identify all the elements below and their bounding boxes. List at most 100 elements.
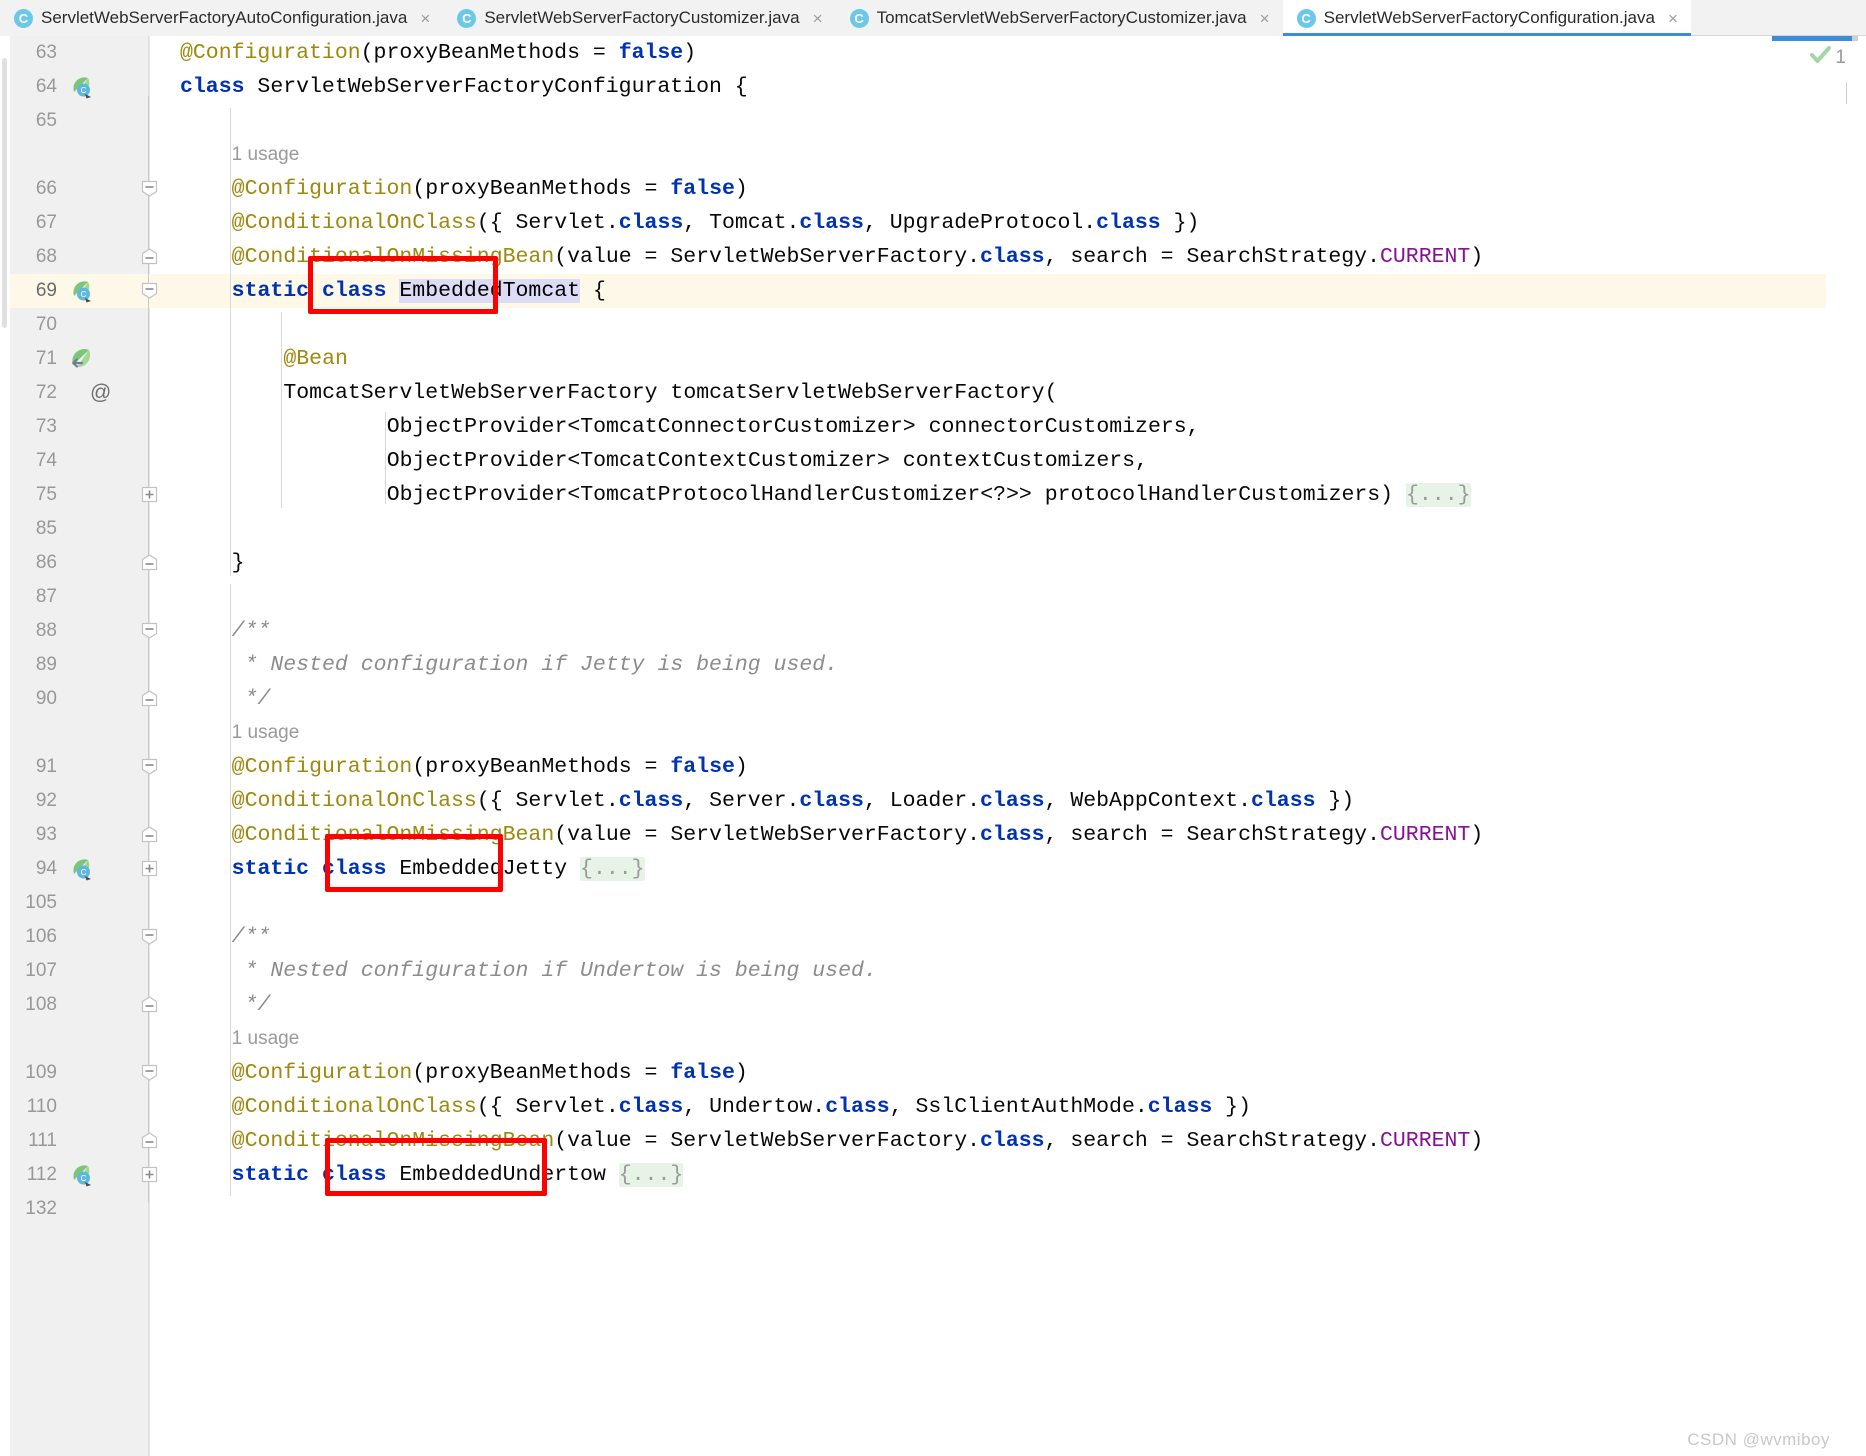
gutter-line-number: 107 <box>25 960 57 981</box>
folded-block-chip[interactable]: {...} <box>1406 483 1471 507</box>
fold-collapse-icon[interactable] <box>141 282 158 299</box>
run-bean-gutter-icon[interactable]: C <box>68 74 94 100</box>
editor-tab[interactable]: C ServletWebServerFactoryCustomizer.java × <box>443 0 836 36</box>
code-line[interactable]: @ConditionalOnMissingBean(value = Servle… <box>150 240 1866 274</box>
inspection-sidebar[interactable]: 1 <box>1772 36 1866 1456</box>
code-line[interactable]: @ConditionalOnMissingBean(value = Servle… <box>150 1124 1866 1158</box>
code-token: @Configuration <box>231 1061 413 1085</box>
code-token: class <box>980 789 1045 813</box>
code-token: @ConditionalOnMissingBean <box>231 245 555 269</box>
code-token: (proxyBeanMethods = <box>360 41 619 65</box>
code-line[interactable]: @ConditionalOnClass({ Servlet.class, Tom… <box>150 206 1866 240</box>
code-token: static class <box>231 279 400 303</box>
fold-end-icon[interactable] <box>141 996 158 1013</box>
fold-end-icon[interactable] <box>141 1166 158 1183</box>
code-line[interactable]: static class EmbeddedUndertow {...} <box>150 1158 1866 1192</box>
gutter-line-number: 74 <box>35 450 57 471</box>
gutter-line-number: 72 <box>35 382 57 403</box>
folded-block-chip[interactable]: {...} <box>580 857 645 881</box>
close-tab-icon[interactable]: × <box>417 10 433 27</box>
run-bean-gutter-icon[interactable]: C <box>68 1162 94 1188</box>
code-token: (proxyBeanMethods = <box>412 1061 671 1085</box>
editor-tab[interactable]: C ServletWebServerFactoryAutoConfiguratio… <box>0 0 444 36</box>
code-line[interactable] <box>150 104 1866 138</box>
fold-collapse-icon[interactable] <box>141 1064 158 1081</box>
close-tab-icon[interactable]: × <box>810 10 826 27</box>
fold-collapse-icon[interactable] <box>141 928 158 945</box>
code-token: ) <box>1470 823 1484 847</box>
code-token: ) <box>1470 1129 1484 1153</box>
gutter-line-number: 94 <box>35 858 57 879</box>
code-line[interactable] <box>150 512 1866 546</box>
code-line[interactable]: @Configuration(proxyBeanMethods = false) <box>150 750 1866 784</box>
code-line[interactable]: @Configuration(proxyBeanMethods = false) <box>150 172 1866 206</box>
fold-end-icon[interactable] <box>141 554 158 571</box>
code-line[interactable]: ObjectProvider<TomcatProtocolHandlerCust… <box>150 478 1866 512</box>
bean-dependency-gutter-icon[interactable] <box>68 346 94 372</box>
inspection-status[interactable]: 1 <box>1810 46 1846 69</box>
run-bean-gutter-icon[interactable]: C <box>68 856 94 882</box>
code-line[interactable]: */ <box>150 988 1866 1022</box>
inlay-usage-hint[interactable]: 1 usage <box>202 1022 300 1056</box>
code-line-text: @Bean <box>150 347 348 371</box>
code-token: , Undertow. <box>683 1095 826 1119</box>
editor-tab-active[interactable]: C ServletWebServerFactoryConfiguration.ja… <box>1282 0 1692 36</box>
gutter-line-number: 91 <box>35 756 57 777</box>
code-line[interactable]: static class EmbeddedJetty {...} <box>150 852 1866 886</box>
svg-text:C: C <box>81 868 87 877</box>
code-content-area[interactable]: @Configuration(proxyBeanMethods = false)… <box>150 36 1866 1456</box>
code-line[interactable]: */ <box>150 682 1866 716</box>
code-line[interactable]: @ConditionalOnClass({ Servlet.class, Und… <box>150 1090 1866 1124</box>
code-line[interactable]: @ConditionalOnClass({ Servlet.class, Ser… <box>150 784 1866 818</box>
fold-end-icon[interactable] <box>141 1132 158 1149</box>
fold-collapse-icon[interactable] <box>141 622 158 639</box>
java-class-icon: C <box>14 8 33 28</box>
code-line[interactable]: /** <box>150 920 1866 954</box>
code-token: /** <box>231 925 271 949</box>
code-line[interactable] <box>150 886 1866 920</box>
indent-guide <box>384 412 386 504</box>
code-line[interactable]: * Nested configuration if Undertow is be… <box>150 954 1866 988</box>
fold-collapse-icon[interactable] <box>141 180 158 197</box>
code-line[interactable]: ObjectProvider<TomcatConnectorCustomizer… <box>150 410 1866 444</box>
code-line[interactable]: class ServletWebServerFactoryConfigurati… <box>150 70 1866 104</box>
code-line[interactable] <box>150 580 1866 614</box>
code-token: , search = SearchStrategy. <box>1044 823 1380 847</box>
close-tab-icon[interactable]: × <box>1257 10 1273 27</box>
editor-gutter[interactable]: 63 64 65 66 67 68 69 70 71 72 73 74 75 85 86 87 88 89 90 91… <box>10 36 150 1456</box>
code-line[interactable]: @Bean <box>150 342 1866 376</box>
code-line[interactable] <box>150 308 1866 342</box>
annotation-gutter-icon[interactable]: @ <box>90 380 111 406</box>
run-bean-gutter-icon[interactable]: C <box>68 278 94 304</box>
code-line[interactable] <box>150 1192 1866 1226</box>
fold-collapse-icon[interactable] <box>141 758 158 775</box>
inlay-usage-hint[interactable]: 1 usage <box>202 716 300 750</box>
editor-tab[interactable]: C TomcatServletWebServerFactoryCustomizer… <box>835 0 1283 36</box>
code-token: /** <box>231 619 271 643</box>
close-tab-icon[interactable]: × <box>1665 10 1681 27</box>
code-token: false <box>670 177 735 201</box>
code-line-text: class ServletWebServerFactoryConfigurati… <box>150 75 748 99</box>
code-line-text: */ <box>150 993 271 1017</box>
fold-end-icon[interactable] <box>141 486 158 503</box>
code-line[interactable]: /** <box>150 614 1866 648</box>
code-line[interactable]: ObjectProvider<TomcatContextCustomizer> … <box>150 444 1866 478</box>
code-line-text: @ConditionalOnMissingBean(value = Servle… <box>150 245 1484 269</box>
fold-end-icon[interactable] <box>141 690 158 707</box>
fold-end-icon[interactable] <box>141 248 158 265</box>
gutter-line-number: 105 <box>25 892 57 913</box>
code-line[interactable]: @ConditionalOnMissingBean(value = Servle… <box>150 818 1866 852</box>
code-line[interactable]: @Configuration(proxyBeanMethods = false) <box>150 36 1866 70</box>
fold-end-icon[interactable] <box>141 860 158 877</box>
code-line-text: * Nested configuration if Undertow is be… <box>150 959 877 983</box>
fold-end-icon[interactable] <box>141 826 158 843</box>
code-line[interactable]: static class EmbeddedTomcat { <box>150 274 1866 308</box>
code-line[interactable]: @Configuration(proxyBeanMethods = false) <box>150 1056 1866 1090</box>
gutter-line-number: 90 <box>35 688 57 709</box>
code-line[interactable]: * Nested configuration if Jetty is being… <box>150 648 1866 682</box>
code-line[interactable]: } <box>150 546 1866 580</box>
code-token: */ <box>231 687 271 711</box>
folded-block-chip[interactable]: {...} <box>618 1163 684 1187</box>
inlay-usage-hint[interactable]: 1 usage <box>202 138 300 172</box>
code-line[interactable]: TomcatServletWebServerFactory tomcatServ… <box>150 376 1866 410</box>
